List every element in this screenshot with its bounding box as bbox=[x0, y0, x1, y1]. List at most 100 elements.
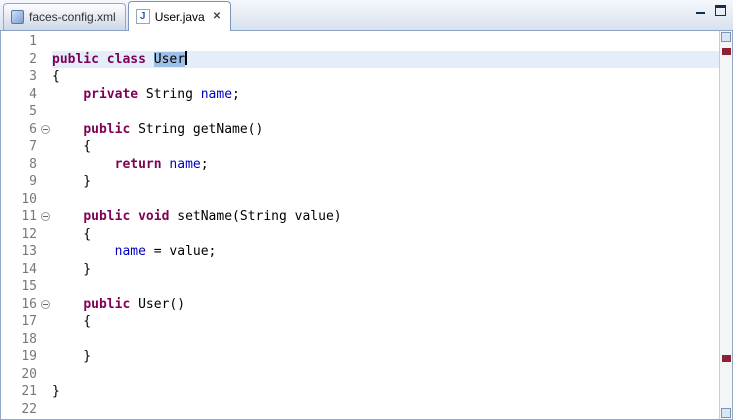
tab-user-java[interactable]: JUser.java✕ bbox=[128, 1, 231, 31]
plain-token bbox=[52, 122, 83, 137]
plain-token: { bbox=[52, 227, 91, 242]
code-text[interactable] bbox=[52, 278, 719, 296]
code-editor: 12public class User3{4 private String na… bbox=[0, 31, 733, 420]
code-line[interactable]: 15 bbox=[1, 278, 719, 296]
plain-token: } bbox=[52, 174, 91, 189]
xml-file-icon bbox=[11, 10, 24, 24]
code-line[interactable]: 18 bbox=[1, 331, 719, 349]
tab-faces-config-xml[interactable]: faces-config.xml bbox=[3, 3, 126, 30]
code-text[interactable] bbox=[52, 33, 719, 51]
fold-collapse-icon[interactable] bbox=[41, 212, 50, 221]
keyword-token: public bbox=[83, 122, 130, 137]
code-text[interactable] bbox=[52, 103, 719, 121]
ruler-footer-box[interactable] bbox=[721, 408, 731, 418]
code-line[interactable]: 16 public User() bbox=[1, 296, 719, 314]
plain-token: User() bbox=[130, 297, 185, 312]
plain-token: { bbox=[52, 69, 60, 84]
plain-token: ; bbox=[201, 157, 209, 172]
code-text[interactable]: { bbox=[52, 226, 719, 244]
code-line[interactable]: 6 public String getName() bbox=[1, 121, 719, 139]
code-text[interactable]: } bbox=[52, 173, 719, 191]
code-text[interactable]: { bbox=[52, 313, 719, 331]
code-text[interactable]: public void setName(String value) bbox=[52, 208, 719, 226]
code-text[interactable]: return name; bbox=[52, 156, 719, 174]
code-line[interactable]: 9 } bbox=[1, 173, 719, 191]
keyword-token: private bbox=[83, 87, 138, 102]
code-line[interactable]: 8 return name; bbox=[1, 156, 719, 174]
code-line[interactable]: 1 bbox=[1, 33, 719, 51]
tab-bar: faces-config.xmlJUser.java✕ bbox=[0, 0, 733, 31]
plain-token: String bbox=[138, 87, 201, 102]
code-text[interactable]: } bbox=[52, 261, 719, 279]
fold-column bbox=[39, 138, 52, 156]
text-caret bbox=[185, 51, 187, 65]
code-text[interactable]: } bbox=[52, 348, 719, 366]
code-text[interactable] bbox=[52, 191, 719, 209]
code-line[interactable]: 4 private String name; bbox=[1, 86, 719, 104]
line-number: 15 bbox=[1, 278, 39, 296]
line-number: 11 bbox=[1, 208, 39, 226]
code-line[interactable]: 3{ bbox=[1, 68, 719, 86]
keyword-token: public bbox=[83, 297, 130, 312]
fold-column bbox=[39, 226, 52, 244]
maximize-icon[interactable] bbox=[715, 5, 726, 16]
ruler-occurrence-mark[interactable] bbox=[722, 355, 731, 362]
code-text[interactable]: private String name; bbox=[52, 86, 719, 104]
plain-token bbox=[130, 209, 138, 224]
code-text[interactable] bbox=[52, 331, 719, 349]
code-text[interactable]: public User() bbox=[52, 296, 719, 314]
code-text[interactable]: public String getName() bbox=[52, 121, 719, 139]
code-line[interactable]: 2public class User bbox=[1, 51, 719, 69]
code-line[interactable]: 17 { bbox=[1, 313, 719, 331]
code-line[interactable]: 20 bbox=[1, 366, 719, 384]
line-number: 20 bbox=[1, 366, 39, 384]
plain-token: { bbox=[52, 314, 91, 329]
fold-column bbox=[39, 156, 52, 174]
tab-label: User.java bbox=[155, 10, 205, 24]
line-number: 12 bbox=[1, 226, 39, 244]
line-number: 22 bbox=[1, 401, 39, 419]
code-line[interactable]: 19 } bbox=[1, 348, 719, 366]
code-line[interactable]: 13 name = value; bbox=[1, 243, 719, 261]
code-line[interactable]: 10 bbox=[1, 191, 719, 209]
code-line[interactable]: 12 { bbox=[1, 226, 719, 244]
keyword-token: public bbox=[83, 209, 130, 224]
code-text[interactable]: { bbox=[52, 138, 719, 156]
line-number: 18 bbox=[1, 331, 39, 349]
plain-token: = value; bbox=[146, 244, 216, 259]
ruler-occurrence-mark[interactable] bbox=[722, 48, 731, 55]
minimize-icon[interactable] bbox=[695, 5, 706, 16]
line-number: 17 bbox=[1, 313, 39, 331]
fold-column bbox=[39, 86, 52, 104]
line-number: 6 bbox=[1, 121, 39, 139]
plain-token: { bbox=[52, 139, 91, 154]
fold-collapse-icon[interactable] bbox=[41, 300, 50, 309]
overview-ruler[interactable] bbox=[719, 31, 732, 419]
code-area[interactable]: 12public class User3{4 private String na… bbox=[1, 31, 719, 419]
fold-column bbox=[39, 33, 52, 51]
code-line[interactable]: 5 bbox=[1, 103, 719, 121]
fold-column bbox=[39, 296, 52, 314]
line-number: 8 bbox=[1, 156, 39, 174]
code-text[interactable]: { bbox=[52, 68, 719, 86]
code-line[interactable]: 21} bbox=[1, 383, 719, 401]
line-number: 5 bbox=[1, 103, 39, 121]
code-text[interactable] bbox=[52, 366, 719, 384]
plain-token bbox=[52, 87, 83, 102]
tab-close-icon[interactable]: ✕ bbox=[213, 12, 221, 22]
fold-column bbox=[39, 51, 52, 69]
code-line[interactable]: 7 { bbox=[1, 138, 719, 156]
code-text[interactable] bbox=[52, 401, 719, 419]
code-line[interactable]: 22 bbox=[1, 401, 719, 419]
fold-column bbox=[39, 348, 52, 366]
code-line[interactable]: 11 public void setName(String value) bbox=[1, 208, 719, 226]
code-line[interactable]: 14 } bbox=[1, 261, 719, 279]
code-text[interactable]: } bbox=[52, 383, 719, 401]
fold-column bbox=[39, 173, 52, 191]
line-number: 7 bbox=[1, 138, 39, 156]
ruler-header-box[interactable] bbox=[721, 32, 731, 42]
code-text[interactable]: name = value; bbox=[52, 243, 719, 261]
field-token: name bbox=[115, 244, 146, 259]
fold-collapse-icon[interactable] bbox=[41, 125, 50, 134]
code-text[interactable]: public class User bbox=[52, 51, 719, 69]
